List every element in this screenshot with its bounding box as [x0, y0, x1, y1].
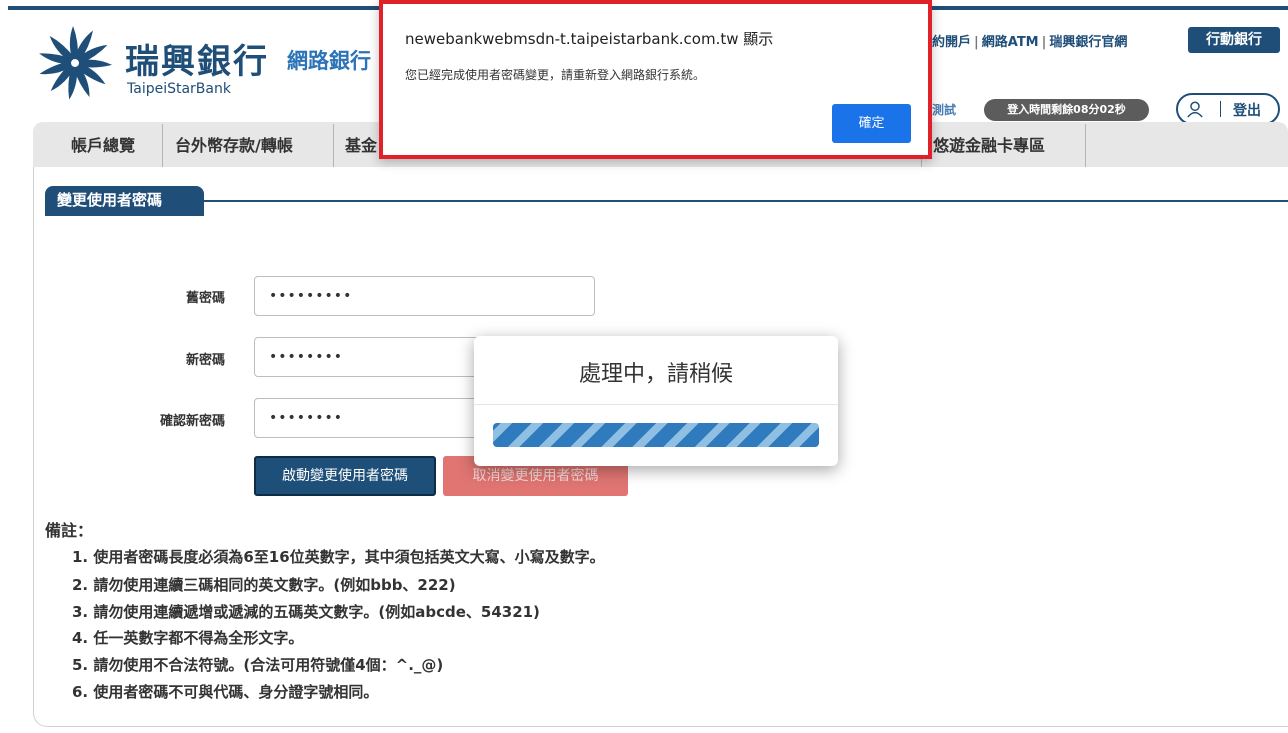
new-password-label: 新密碼	[185, 353, 225, 368]
notes-title: 備註：	[45, 521, 94, 540]
processing-divider	[474, 404, 838, 405]
nav-separator	[1085, 124, 1086, 168]
person-icon	[1187, 101, 1203, 118]
processing-modal: 處理中，請稍候	[474, 336, 838, 466]
nav-separator	[333, 124, 334, 168]
link-separator: |	[1041, 35, 1047, 50]
browser-alert-dialog: newebankwebmsdn-t.taipeistarbank.com.tw …	[379, 0, 932, 159]
alert-ok-button[interactable]: 確定	[832, 104, 911, 143]
old-password-label: 舊密碼	[185, 291, 225, 306]
nav-item-fund[interactable]: 基金	[345, 132, 377, 156]
note-item: 3. 請勿使用連續遞增或遞減的五碼英文數字。(例如abcde、54321)	[72, 603, 540, 621]
note-item: 5. 請勿使用不合法符號。(合法可用符號僅4個：^._@)	[72, 656, 444, 674]
section-underline	[45, 214, 204, 216]
alert-message: 您已經完成使用者密碼變更，請重新登入網路銀行系統。	[405, 68, 706, 82]
starburst-logo-icon	[39, 25, 113, 100]
logout-button[interactable]: 登出	[1176, 93, 1280, 125]
submit-password-change-button[interactable]: 啟動變更使用者密碼	[254, 456, 436, 496]
session-timer-badge: 登入時間剩餘08分02秒	[984, 99, 1149, 121]
note-item: 2. 請勿使用連續三碼相同的英文數字。(例如bbb、222)	[72, 576, 456, 594]
note-item: 1. 使用者密碼長度必須為6至16位英數字，其中須包括英文大寫、小寫及數字。	[72, 548, 605, 566]
alert-origin-text: newebankwebmsdn-t.taipeistarbank.com.tw …	[405, 30, 774, 48]
note-item: 6. 使用者密碼不可與代碼、身分證字號相同。	[72, 683, 379, 701]
nav-item-account-overview[interactable]: 帳戶總覽	[71, 132, 135, 156]
confirm-password-label: 確認新密碼	[159, 414, 225, 429]
section-title: 變更使用者密碼	[45, 186, 204, 215]
processing-title: 處理中，請稍候	[578, 362, 733, 387]
nav-item-deposit-transfer[interactable]: 台外幣存款/轉帳	[175, 132, 293, 156]
logout-label: 登出	[1233, 103, 1261, 119]
bank-page: 瑞興銀行 TaipeiStarBank 網路銀行 約開戶 | 網路ATM | 瑞興銀行官…	[0, 0, 1288, 733]
top-links: 約開戶 | 網路ATM | 瑞興銀行官網	[932, 31, 1127, 50]
brand-subtitle: 網路銀行	[287, 49, 371, 73]
section-divider	[204, 200, 1288, 202]
note-item: 4. 任一英數字都不得為全形文字。	[72, 629, 304, 647]
old-password-input[interactable]: •••••••••	[254, 276, 595, 316]
brand-name-en: TaipeiStarBank	[127, 81, 231, 97]
logout-divider	[1220, 101, 1221, 117]
test-label: 測試	[932, 103, 957, 117]
mobile-bank-button[interactable]: 行動銀行	[1188, 27, 1280, 53]
progress-fill	[493, 423, 819, 447]
nav-separator	[162, 124, 163, 168]
top-link-atm[interactable]: 網路ATM	[982, 35, 1039, 50]
top-link-account-open[interactable]: 約開戶	[932, 35, 971, 50]
brand-name: 瑞興銀行	[125, 42, 269, 82]
link-separator: |	[974, 35, 979, 50]
processing-progress-bar	[493, 423, 819, 447]
nav-item-easycard[interactable]: 悠遊金融卡專區	[933, 132, 1045, 156]
top-link-official-site[interactable]: 瑞興銀行官網	[1049, 35, 1127, 50]
